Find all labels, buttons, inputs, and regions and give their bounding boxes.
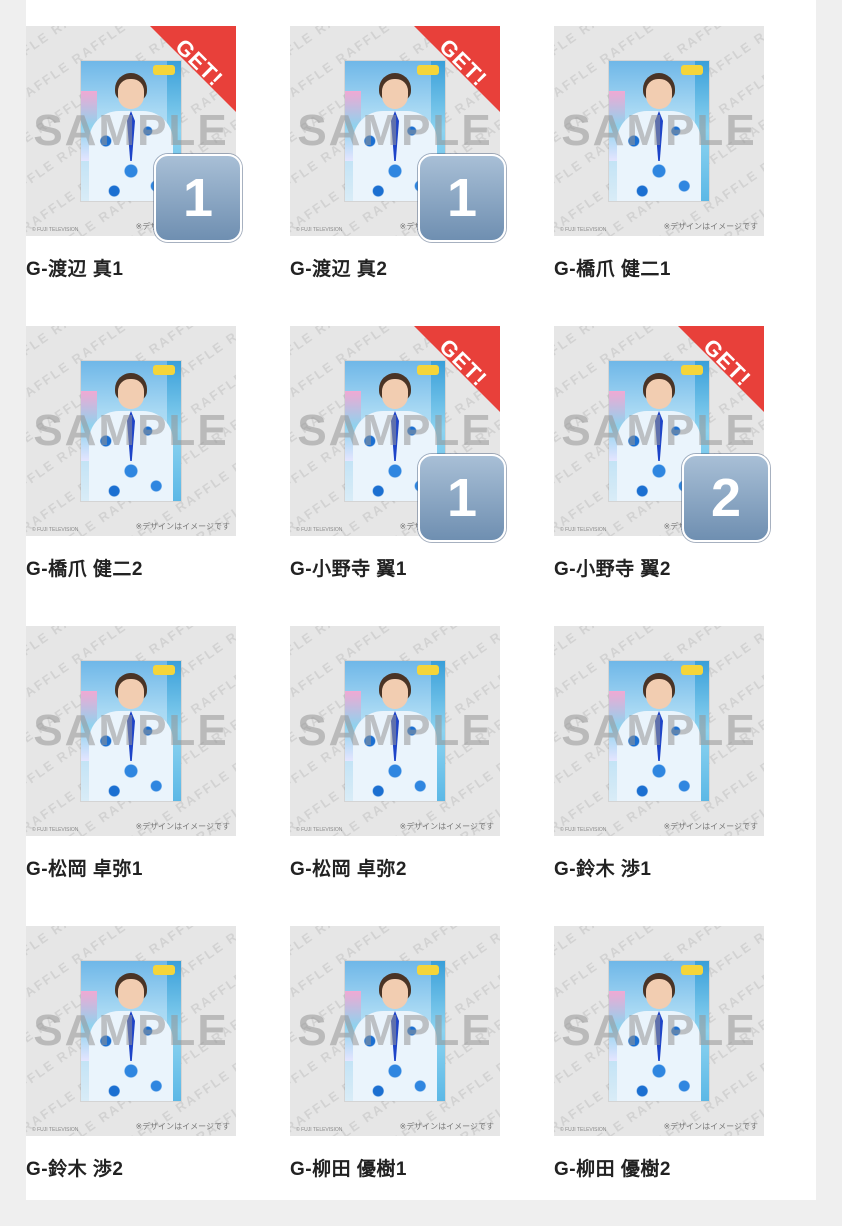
show-logo-icon: [417, 65, 439, 75]
product-name[interactable]: G-鈴木 渉1: [554, 854, 651, 881]
design-disclaimer: ※デザインはイメージです: [135, 822, 230, 831]
copyright-text: © FUJI TELEVISION: [32, 827, 79, 833]
show-logo-icon: [681, 965, 703, 975]
copyright-text: © FUJI TELEVISION: [560, 827, 607, 833]
product-thumbnail[interactable]: RAFFLE RAFFLE RAFFLE RAFFLE RAFFLE RAFFL…: [554, 626, 764, 836]
product-item[interactable]: RAFFLE RAFFLE RAFFLE RAFFLE RAFFLE RAFFL…: [554, 926, 764, 1226]
bromide-photo: [609, 661, 709, 801]
product-name[interactable]: G-柳田 優樹2: [554, 1154, 671, 1181]
bromide-photo: [345, 961, 445, 1101]
count-badge: 1: [418, 154, 506, 242]
bromide-photo: [609, 961, 709, 1101]
product-item[interactable]: RAFFLE RAFFLE RAFFLE RAFFLE RAFFLE RAFFL…: [290, 326, 506, 626]
product-thumbnail[interactable]: RAFFLE RAFFLE RAFFLE RAFFLE RAFFLE RAFFL…: [554, 26, 764, 236]
design-disclaimer: ※デザインはイメージです: [399, 822, 494, 831]
copyright-text: © FUJI TELEVISION: [32, 227, 79, 233]
design-disclaimer: ※デザインはイメージです: [399, 1122, 494, 1131]
count-badge: 2: [682, 454, 770, 542]
product-name[interactable]: G-渡辺 真2: [290, 254, 387, 281]
design-disclaimer: ※デザインはイメージです: [663, 1122, 758, 1131]
product-item[interactable]: RAFFLE RAFFLE RAFFLE RAFFLE RAFFLE RAFFL…: [26, 926, 236, 1226]
design-disclaimer: ※デザインはイメージです: [663, 822, 758, 831]
copyright-text: © FUJI TELEVISION: [296, 827, 343, 833]
product-item[interactable]: RAFFLE RAFFLE RAFFLE RAFFLE RAFFLE RAFFL…: [554, 326, 770, 626]
show-logo-icon: [417, 965, 439, 975]
product-name[interactable]: G-渡辺 真1: [26, 254, 123, 281]
copyright-text: © FUJI TELEVISION: [560, 527, 607, 533]
product-item[interactable]: RAFFLE RAFFLE RAFFLE RAFFLE RAFFLE RAFFL…: [26, 326, 236, 626]
product-item[interactable]: RAFFLE RAFFLE RAFFLE RAFFLE RAFFLE RAFFL…: [554, 626, 764, 926]
product-grid: RAFFLE RAFFLE RAFFLE RAFFLE RAFFLE RAFFL…: [26, 26, 770, 1226]
product-name[interactable]: G-柳田 優樹1: [290, 1154, 407, 1181]
show-logo-icon: [681, 365, 703, 375]
show-logo-icon: [417, 665, 439, 675]
count-badge: 1: [418, 454, 506, 542]
product-item[interactable]: RAFFLE RAFFLE RAFFLE RAFFLE RAFFLE RAFFL…: [554, 26, 764, 326]
show-logo-icon: [417, 365, 439, 375]
product-name[interactable]: G-橋爪 健二2: [26, 554, 143, 581]
show-logo-icon: [681, 65, 703, 75]
bromide-photo: [345, 661, 445, 801]
product-item[interactable]: RAFFLE RAFFLE RAFFLE RAFFLE RAFFLE RAFFL…: [290, 926, 500, 1226]
copyright-text: © FUJI TELEVISION: [296, 1127, 343, 1133]
copyright-text: © FUJI TELEVISION: [560, 1127, 607, 1133]
product-thumbnail[interactable]: RAFFLE RAFFLE RAFFLE RAFFLE RAFFLE RAFFL…: [290, 926, 500, 1136]
design-disclaimer: ※デザインはイメージです: [135, 522, 230, 531]
product-thumbnail[interactable]: RAFFLE RAFFLE RAFFLE RAFFLE RAFFLE RAFFL…: [26, 626, 236, 836]
copyright-text: © FUJI TELEVISION: [32, 1127, 79, 1133]
show-logo-icon: [153, 365, 175, 375]
product-name[interactable]: G-小野寺 翼2: [554, 554, 671, 581]
product-thumbnail[interactable]: RAFFLE RAFFLE RAFFLE RAFFLE RAFFLE RAFFL…: [26, 326, 236, 536]
bromide-photo: [81, 361, 181, 501]
product-name[interactable]: G-小野寺 翼1: [290, 554, 407, 581]
product-thumbnail[interactable]: RAFFLE RAFFLE RAFFLE RAFFLE RAFFLE RAFFL…: [26, 926, 236, 1136]
show-logo-icon: [153, 965, 175, 975]
bromide-photo: [81, 961, 181, 1101]
product-name[interactable]: G-鈴木 渉2: [26, 1154, 123, 1181]
product-item[interactable]: RAFFLE RAFFLE RAFFLE RAFFLE RAFFLE RAFFL…: [26, 26, 242, 326]
show-logo-icon: [153, 665, 175, 675]
copyright-text: © FUJI TELEVISION: [296, 227, 343, 233]
copyright-text: © FUJI TELEVISION: [32, 527, 79, 533]
copyright-text: © FUJI TELEVISION: [296, 527, 343, 533]
bromide-photo: [81, 661, 181, 801]
product-name[interactable]: G-松岡 卓弥2: [290, 854, 407, 881]
product-item[interactable]: RAFFLE RAFFLE RAFFLE RAFFLE RAFFLE RAFFL…: [290, 626, 500, 926]
product-name[interactable]: G-橋爪 健二1: [554, 254, 671, 281]
product-thumbnail[interactable]: RAFFLE RAFFLE RAFFLE RAFFLE RAFFLE RAFFL…: [554, 926, 764, 1136]
design-disclaimer: ※デザインはイメージです: [663, 222, 758, 231]
product-item[interactable]: RAFFLE RAFFLE RAFFLE RAFFLE RAFFLE RAFFL…: [26, 626, 236, 926]
copyright-text: © FUJI TELEVISION: [560, 227, 607, 233]
show-logo-icon: [153, 65, 175, 75]
design-disclaimer: ※デザインはイメージです: [135, 1122, 230, 1131]
product-thumbnail[interactable]: RAFFLE RAFFLE RAFFLE RAFFLE RAFFLE RAFFL…: [290, 626, 500, 836]
count-badge: 1: [154, 154, 242, 242]
bromide-photo: [609, 61, 709, 201]
show-logo-icon: [681, 665, 703, 675]
product-item[interactable]: RAFFLE RAFFLE RAFFLE RAFFLE RAFFLE RAFFL…: [290, 26, 506, 326]
product-name[interactable]: G-松岡 卓弥1: [26, 854, 143, 881]
